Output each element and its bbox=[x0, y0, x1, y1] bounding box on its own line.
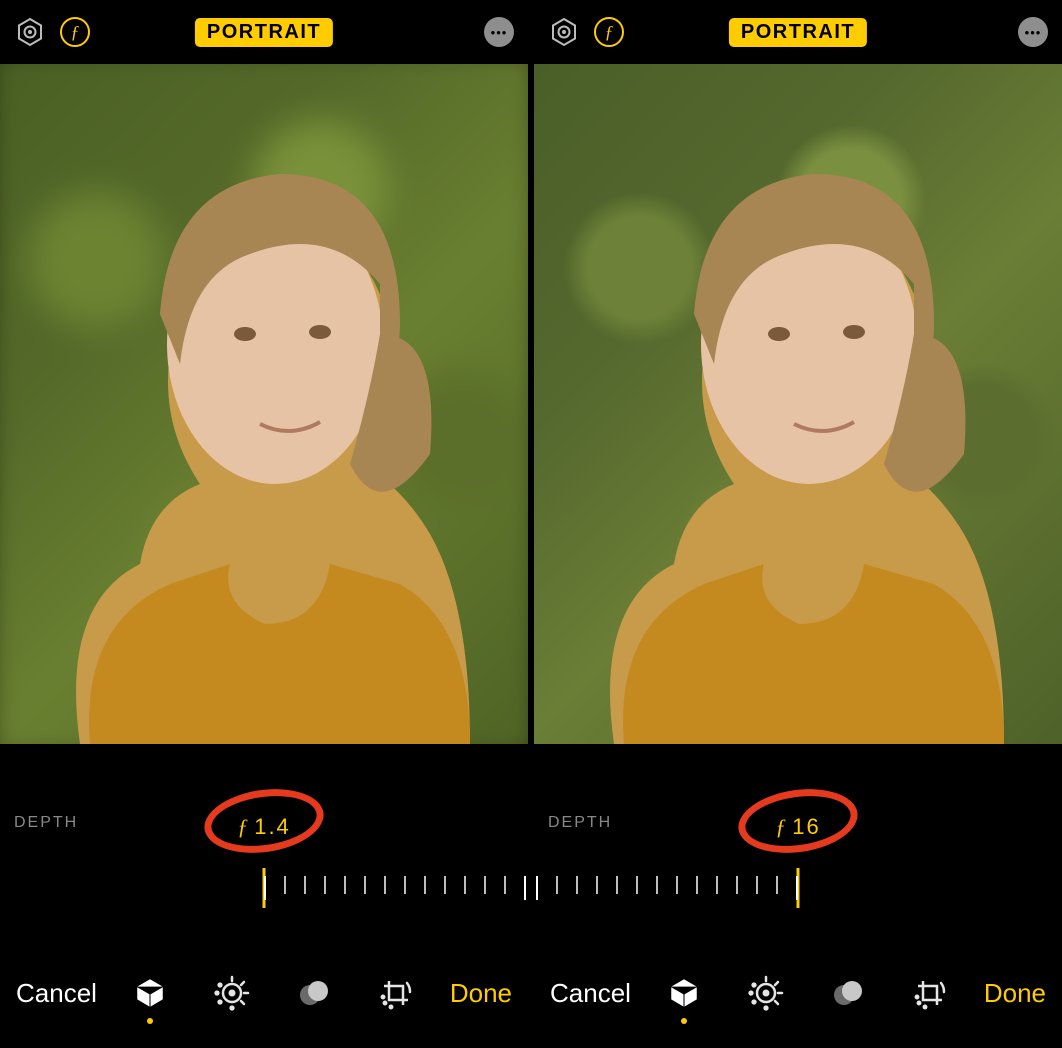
slider-ticks bbox=[536, 876, 798, 900]
mode-badge[interactable]: PORTRAIT bbox=[195, 18, 333, 47]
mode-badge[interactable]: PORTRAIT bbox=[729, 18, 867, 47]
adjust-dial-icon[interactable] bbox=[213, 974, 251, 1012]
slider-ticks bbox=[264, 876, 526, 900]
crop-rotate-icon[interactable] bbox=[377, 974, 415, 1012]
subject-person bbox=[0, 64, 528, 744]
more-icon[interactable] bbox=[1018, 17, 1048, 47]
edit-panel-right: ƒ PORTRAIT DEPTH ƒ16 bbox=[534, 0, 1062, 1048]
live-photo-icon[interactable] bbox=[14, 16, 46, 48]
bottom-toolbar: Cancel bbox=[534, 944, 1062, 1048]
done-button[interactable]: Done bbox=[450, 978, 512, 1009]
aperture-value: ƒ1.4 bbox=[237, 814, 291, 840]
aperture-value: ƒ16 bbox=[775, 814, 820, 840]
live-photo-icon[interactable] bbox=[548, 16, 580, 48]
depth-slider[interactable] bbox=[534, 868, 1062, 908]
subject-person bbox=[534, 64, 1062, 744]
photo-preview[interactable] bbox=[0, 64, 528, 744]
f-char: ƒ bbox=[237, 814, 250, 839]
f-number: 1.4 bbox=[254, 814, 291, 839]
crop-rotate-icon[interactable] bbox=[911, 974, 949, 1012]
depth-label: DEPTH bbox=[548, 814, 612, 832]
top-bar: ƒ PORTRAIT bbox=[534, 0, 1062, 64]
aperture-f-icon[interactable]: ƒ bbox=[594, 17, 624, 47]
cancel-button[interactable]: Cancel bbox=[16, 978, 97, 1009]
portrait-lighting-icon[interactable] bbox=[131, 974, 169, 1012]
filters-icon[interactable] bbox=[829, 974, 867, 1012]
f-char: ƒ bbox=[775, 814, 788, 839]
adjust-dial-icon[interactable] bbox=[747, 974, 785, 1012]
edit-panel-left: ƒ PORTRAIT DEPTH ƒ1.4 bbox=[0, 0, 528, 1048]
bottom-toolbar: Cancel bbox=[0, 944, 528, 1048]
depth-slider[interactable] bbox=[0, 868, 528, 908]
more-icon[interactable] bbox=[484, 17, 514, 47]
top-bar: ƒ PORTRAIT bbox=[0, 0, 528, 64]
photo-preview[interactable] bbox=[534, 64, 1062, 744]
filters-icon[interactable] bbox=[295, 974, 333, 1012]
f-number: 16 bbox=[792, 814, 820, 839]
aperture-f-icon[interactable]: ƒ bbox=[60, 17, 90, 47]
done-button[interactable]: Done bbox=[984, 978, 1046, 1009]
portrait-lighting-icon[interactable] bbox=[665, 974, 703, 1012]
cancel-button[interactable]: Cancel bbox=[550, 978, 631, 1009]
depth-label: DEPTH bbox=[14, 814, 78, 832]
